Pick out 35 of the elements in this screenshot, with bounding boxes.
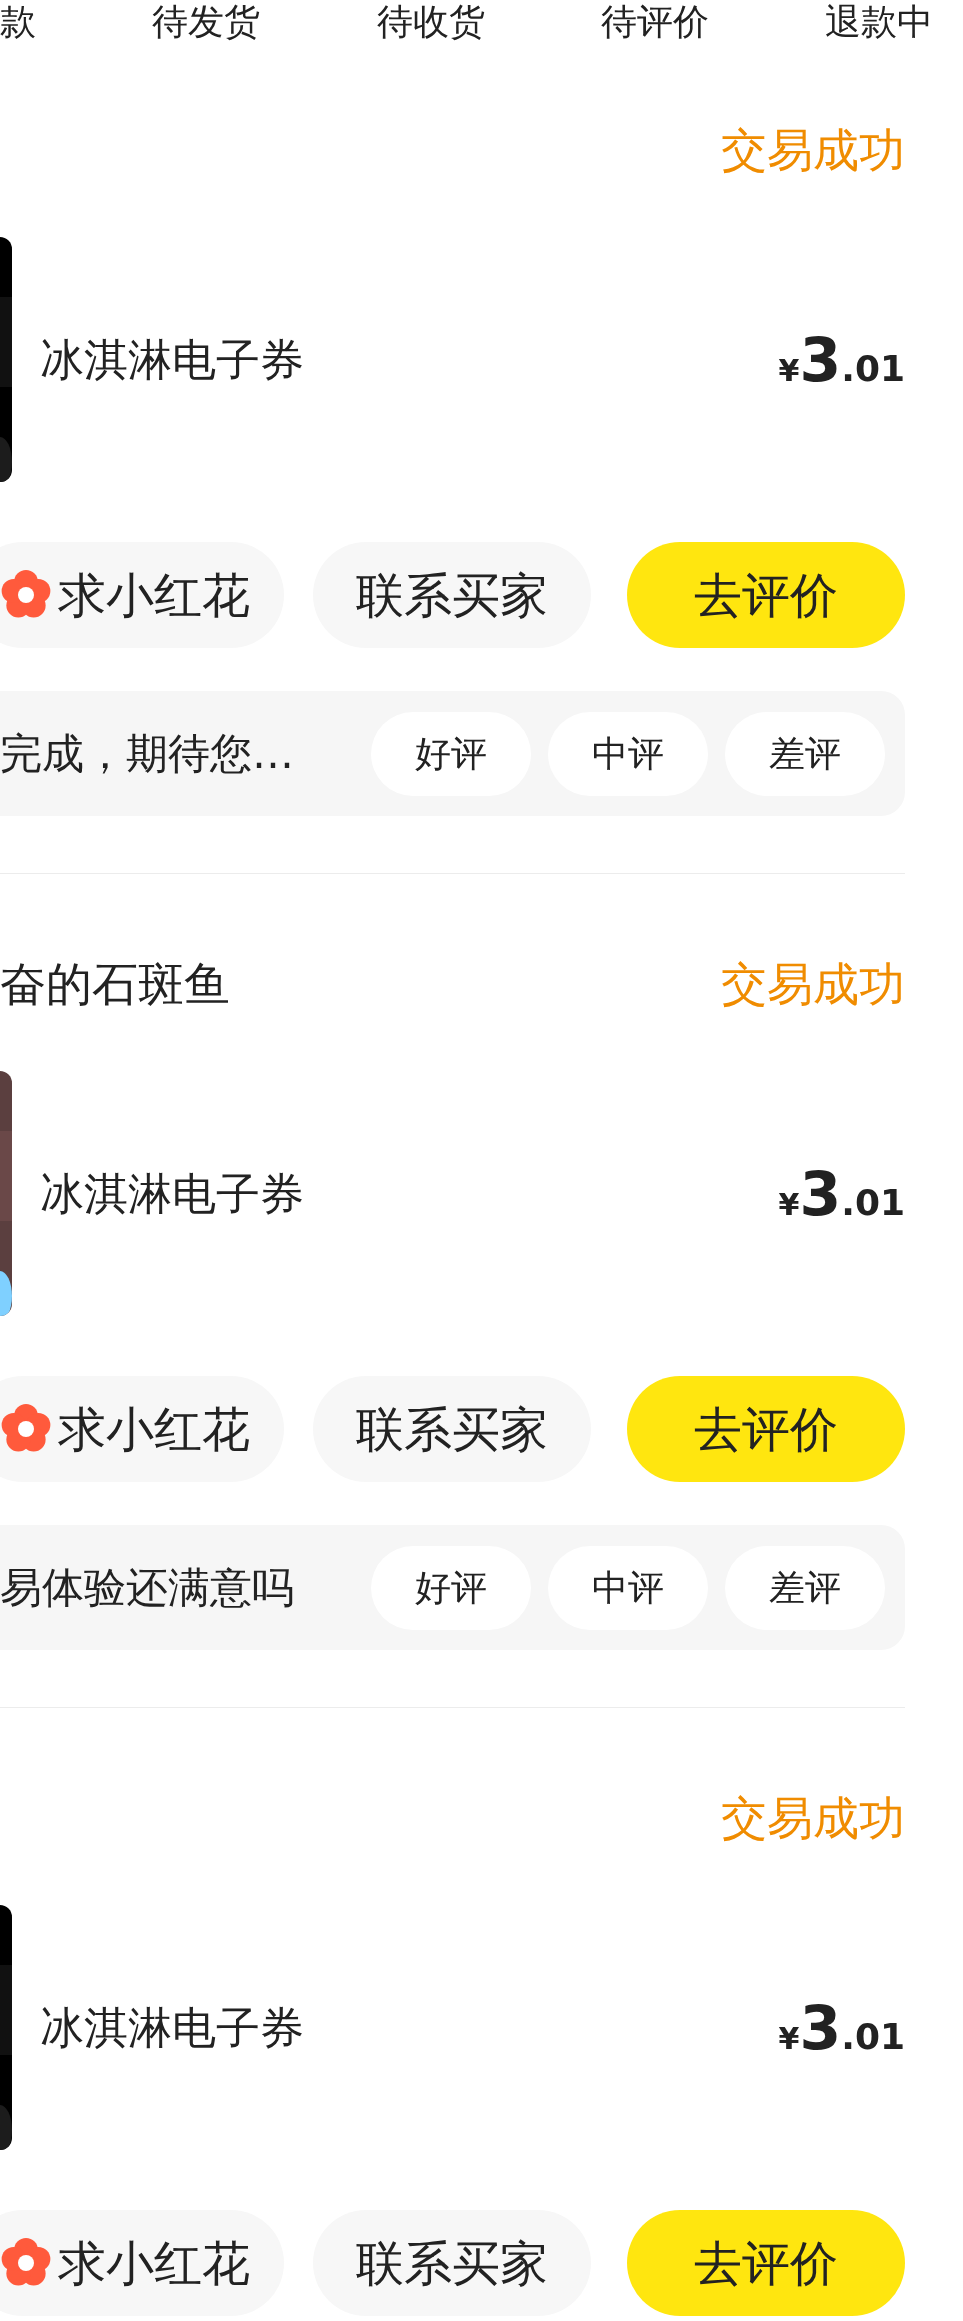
contact-buyer-button[interactable]: 联系买家 — [313, 2210, 591, 2316]
rating-option[interactable]: 差评 — [725, 1545, 885, 1630]
rating-option[interactable]: 中评 — [548, 1545, 708, 1630]
order-tab[interactable]: 款 — [0, 4, 36, 40]
order-status: 交易成功 — [721, 955, 905, 1013]
rating-option[interactable]: 中评 — [548, 711, 708, 796]
review-prompt: 易体验还满意吗 — [0, 1562, 294, 1614]
product-price: ¥3.01 — [778, 323, 905, 397]
flower-request-button[interactable]: 求小红花 — [0, 542, 284, 648]
product-title: 冰淇淋电子券 — [40, 2000, 304, 2055]
product-price: ¥3.01 — [778, 1157, 905, 1231]
order-status: 交易成功 — [721, 121, 905, 179]
review-button[interactable]: 去评价 — [627, 542, 905, 648]
order-status: 交易成功 — [721, 1789, 905, 1847]
rating-option[interactable]: 好评 — [371, 711, 531, 796]
order-tab[interactable]: 退款中 — [825, 4, 933, 40]
order-tab[interactable]: 待评价 — [600, 4, 709, 40]
order-tab[interactable]: 待发货 — [152, 4, 261, 40]
flower-icon — [0, 569, 52, 621]
flower-request-button[interactable]: 求小红花 — [0, 2210, 284, 2316]
order-tab[interactable]: 待收货 — [376, 4, 485, 40]
review-prompt: 完成，期待您… — [0, 728, 294, 780]
contact-buyer-button[interactable]: 联系买家 — [313, 542, 591, 648]
product-title: 冰淇淋电子券 — [40, 332, 304, 387]
rating-option[interactable]: 好评 — [371, 1545, 531, 1630]
seller-name: 奋的石斑鱼 — [0, 955, 230, 1013]
flower-icon — [0, 2237, 52, 2289]
review-button[interactable]: 去评价 — [627, 1376, 905, 1482]
flower-icon — [0, 1403, 52, 1455]
flower-request-button[interactable]: 求小红花 — [0, 1376, 284, 1482]
product-price: ¥3.01 — [778, 1991, 905, 2065]
contact-buyer-button[interactable]: 联系买家 — [313, 1376, 591, 1482]
rating-option[interactable]: 差评 — [725, 711, 885, 796]
product-title: 冰淇淋电子券 — [40, 1166, 304, 1221]
review-button[interactable]: 去评价 — [627, 2210, 905, 2316]
